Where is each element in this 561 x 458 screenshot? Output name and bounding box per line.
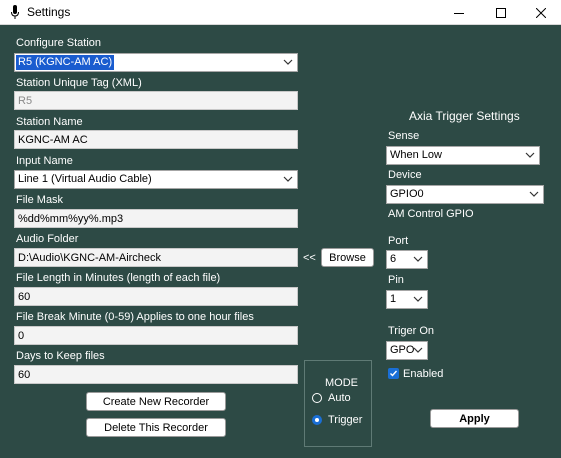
port-select[interactable]: 6 — [386, 250, 428, 269]
create-new-recorder-button[interactable]: Create New Recorder — [86, 392, 226, 411]
device-value: GPIO0 — [390, 188, 424, 200]
trigger-on-select[interactable]: GPO — [386, 341, 428, 360]
chevron-down-icon — [525, 152, 535, 158]
file-break-label: File Break Minute (0-59) Applies to one … — [16, 311, 254, 323]
trigger-on-value: GPO — [390, 344, 415, 356]
file-mask-field[interactable]: %dd%mm%yy%.mp3 — [14, 209, 298, 228]
maximize-button[interactable] — [484, 0, 518, 25]
input-name-label: Input Name — [16, 155, 73, 167]
file-mask-label: File Mask — [16, 194, 64, 206]
window-title: Settings — [27, 5, 71, 19]
maximize-icon — [496, 7, 506, 18]
mode-trigger-radio[interactable] — [312, 415, 322, 425]
close-icon — [536, 7, 546, 18]
apply-button[interactable]: Apply — [430, 409, 519, 428]
chevron-down-icon — [283, 176, 293, 182]
file-break-field[interactable]: 0 — [14, 326, 298, 345]
mode-auto-label[interactable]: Auto — [328, 392, 351, 404]
input-name-value: Line 1 (Virtual Audio Cable) — [18, 173, 152, 185]
trigger-on-label: Triger On — [388, 325, 435, 337]
delete-this-recorder-button[interactable]: Delete This Recorder — [86, 418, 226, 437]
device-select[interactable]: GPIO0 — [386, 185, 544, 204]
file-length-field[interactable]: 60 — [14, 287, 298, 306]
station-tag-label: Station Unique Tag (XML) — [16, 77, 142, 89]
mode-title: MODE — [325, 377, 358, 389]
sense-select[interactable]: When Low — [386, 146, 540, 165]
chevron-down-icon — [413, 256, 423, 262]
enabled-checkbox[interactable] — [388, 368, 399, 379]
chevron-down-icon — [413, 347, 423, 353]
device-label: Device — [388, 169, 422, 181]
pin-select[interactable]: 1 — [386, 290, 428, 309]
days-to-keep-field[interactable]: 60 — [14, 365, 298, 384]
configure-station-select[interactable]: R5 (KGNC-AM AC) — [14, 53, 298, 72]
chevron-down-icon — [529, 191, 539, 197]
configure-station-label: Configure Station — [16, 37, 101, 49]
enabled-label[interactable]: Enabled — [403, 368, 443, 380]
minimize-button[interactable] — [442, 0, 476, 25]
station-tag-field[interactable]: R5 — [14, 91, 298, 110]
port-label: Port — [388, 235, 409, 247]
checkmark-icon — [390, 370, 398, 377]
sense-value: When Low — [390, 149, 442, 161]
configure-station-value: R5 (KGNC-AM AC) — [16, 55, 115, 70]
pin-value: 1 — [390, 293, 397, 305]
audio-folder-label: Audio Folder — [16, 233, 79, 245]
audio-folder-arrow: << — [303, 252, 316, 264]
input-name-select[interactable]: Line 1 (Virtual Audio Cable) — [14, 170, 298, 189]
station-name-field[interactable]: KGNC-AM AC — [14, 130, 298, 149]
mode-trigger-label[interactable]: Trigger — [328, 414, 362, 426]
file-length-label: File Length in Minutes (length of each f… — [16, 272, 221, 284]
chevron-down-icon — [413, 296, 423, 302]
days-to-keep-label: Days to Keep files — [16, 350, 105, 362]
axia-heading: Axia Trigger Settings — [409, 109, 520, 123]
chevron-down-icon — [283, 59, 293, 65]
sense-label: Sense — [388, 130, 420, 142]
device-description: AM Control GPIO — [388, 208, 474, 220]
browse-button[interactable]: Browse — [321, 248, 374, 267]
audio-folder-field[interactable]: D:\Audio\KGNC-AM-Aircheck — [14, 248, 298, 267]
minimize-icon — [454, 12, 464, 14]
station-name-label: Station Name — [16, 116, 83, 128]
pin-label: Pin — [388, 274, 404, 286]
close-button[interactable] — [524, 0, 558, 25]
port-value: 6 — [390, 253, 397, 265]
microphone-icon — [11, 5, 19, 19]
title-bar: Settings — [0, 0, 561, 25]
mode-auto-radio[interactable] — [312, 393, 322, 403]
